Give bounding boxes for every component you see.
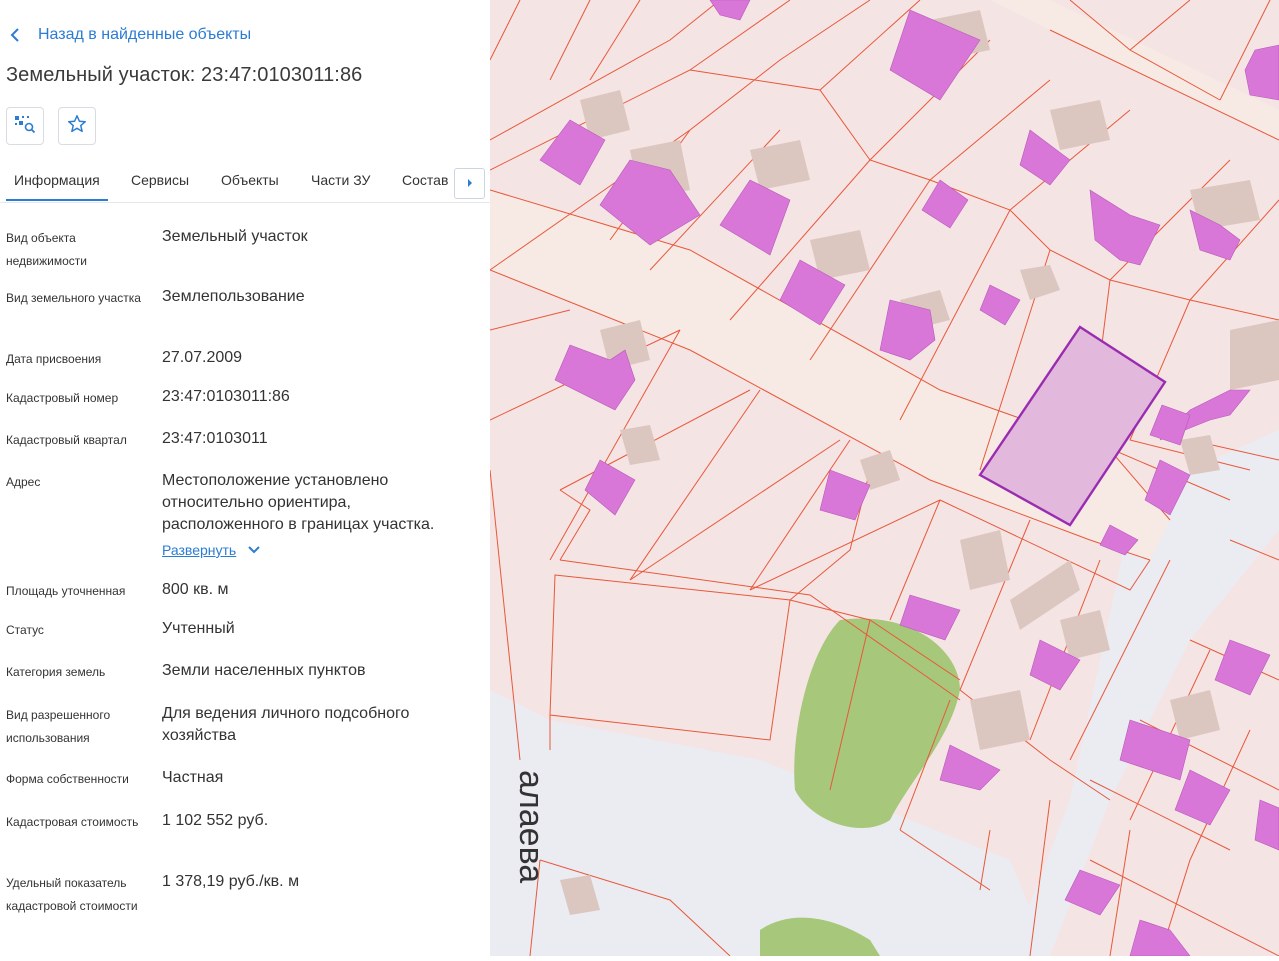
detail-value: 23:47:0103011:86	[162, 388, 290, 405]
detail-label: Форма собственности	[6, 772, 129, 786]
detail-value: Для ведения личного подсобного хозяйства	[162, 705, 410, 744]
detail-value: Земельный участок	[162, 228, 308, 245]
detail-label: Статус	[6, 623, 44, 637]
expand-label: Развернуть	[162, 542, 237, 558]
detail-value: Местоположение установлено относительно …	[162, 472, 435, 533]
tab-services[interactable]: Сервисы	[131, 160, 189, 201]
detail-value: 27.07.2009	[162, 349, 243, 366]
detail-label: Кадастровый номер	[6, 391, 119, 405]
detail-label: Удельный показатель кадастровой стоимост…	[6, 876, 138, 913]
detail-label: Вид объекта недвижимости	[6, 231, 87, 268]
chevron-down-icon	[248, 546, 260, 554]
favorite-button[interactable]	[58, 107, 96, 145]
detail-value: 23:47:0103011	[162, 430, 268, 447]
cadastral-map[interactable]: алаева	[489, 0, 1279, 957]
detail-label: Дата присвоения	[6, 352, 102, 366]
detail-value: 800 кв. м	[162, 581, 229, 598]
back-link[interactable]: Назад в найденные объекты	[10, 24, 251, 46]
detail-value: 1 102 552 руб.	[162, 812, 269, 829]
detail-value: Учтенный	[162, 620, 235, 637]
tab-plot-parts[interactable]: Части ЗУ	[311, 160, 370, 201]
detail-value: Землепользование	[162, 288, 305, 305]
street-label: алаева	[512, 770, 550, 883]
detail-label: Вид земельного участка	[6, 291, 141, 305]
detail-label: Вид разрешенного использования	[6, 708, 111, 745]
map-search-icon	[13, 112, 37, 141]
detail-value: Частная	[162, 769, 224, 786]
expand-address-link[interactable]: Развернуть	[162, 542, 260, 558]
info-panel: Назад в найденные объекты Земельный учас…	[0, 0, 490, 956]
detail-value: Земли населенных пунктов	[162, 662, 366, 679]
tab-objects[interactable]: Объекты	[221, 160, 279, 201]
detail-label: Категория земель	[6, 665, 106, 679]
detail-label: Кадастровый квартал	[6, 433, 127, 447]
map-canvas[interactable]: алаева	[489, 0, 1279, 957]
tab-bar: Информация Сервисы Объекты Части ЗУ Сост…	[0, 160, 490, 203]
tab-information[interactable]: Информация	[6, 160, 108, 201]
tab-composition[interactable]: Состав	[402, 160, 450, 201]
locate-on-map-button[interactable]	[6, 107, 44, 145]
star-icon	[66, 113, 88, 140]
page-title: Земельный участок: 23:47:0103011:86	[6, 64, 363, 86]
detail-label: Адрес	[6, 475, 41, 489]
detail-value: 1 378,19 руб./кв. м	[162, 873, 300, 890]
caret-right-icon	[466, 175, 474, 193]
detail-label: Кадастровая стоимость	[6, 815, 139, 829]
chevron-left-icon	[10, 24, 22, 46]
detail-label: Площадь уточненная	[6, 584, 126, 598]
back-link-label: Назад в найденные объекты	[38, 26, 252, 43]
tabs-scroll-right-button[interactable]	[454, 168, 485, 199]
